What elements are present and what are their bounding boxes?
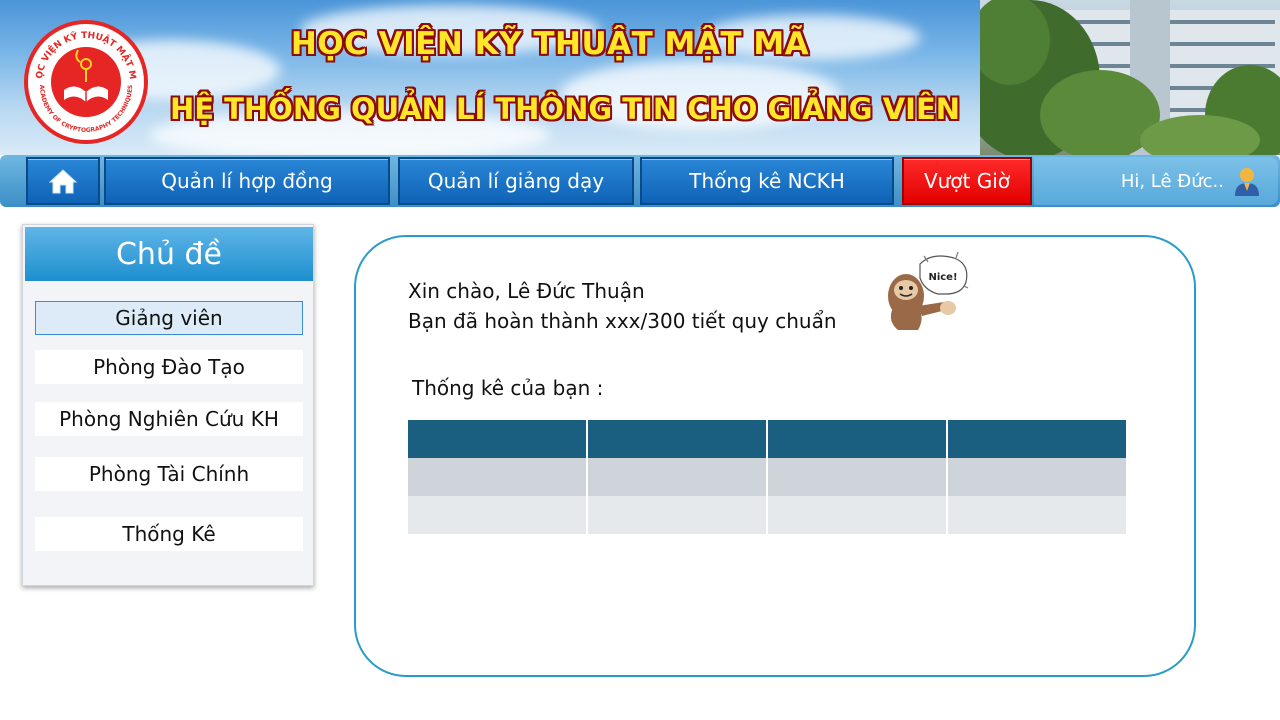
greeting-text: Xin chào, Lê Đức Thuận [408,279,645,303]
sidebar-item-training-office[interactable]: Phòng Đào Tạo [35,350,303,384]
table-cell [588,496,766,534]
nice-sticker-icon: Nice! [888,251,969,330]
sidebar-heading: Chủ đề [25,227,313,281]
table-header-row [408,420,1126,458]
sidebar-item-research-office[interactable]: Phòng Nghiên Cứu KH [35,402,303,436]
progress-text: Bạn đã hoàn thành xxx/300 tiết quy chuẩn [408,309,837,333]
table-header-cell [768,420,946,458]
table-row [408,496,1126,534]
academy-logo[interactable]: HỌC VIỆN KỸ THUẬT MẬT MÃ ACADEMY OF CRYP… [24,20,148,144]
home-button[interactable] [26,157,100,205]
logo-emblem: HỌC VIỆN KỸ THUẬT MẬT MÃ ACADEMY OF CRYP… [28,24,137,134]
campus-building-photo [980,0,1280,155]
sidebar-item-finance-office[interactable]: Phòng Tài Chính [35,457,303,491]
user-greeting: Hi, Lê Đức.. [1120,170,1224,192]
sidebar-item-statistics[interactable]: Thống Kê [35,517,303,551]
topic-sidebar: Chủ đề Giảng viên Phòng Đào Tạo Phòng Ng… [22,224,314,586]
main-nav: Quản lí hợp đồng Quản lí giảng dạy Thống… [0,155,1280,207]
stats-table [406,420,1128,534]
greeting-block: Xin chào, Lê Đức Thuận Bạn đã hoàn thành… [408,276,837,336]
table-cell [948,496,1126,534]
user-menu[interactable]: Hi, Lê Đức.. [1034,157,1278,205]
table-cell [408,496,586,534]
nav-research-statistics[interactable]: Thống kê NCKH [640,157,894,205]
table-header-cell [948,420,1126,458]
nav-contract-management[interactable]: Quản lí hợp đồng [104,157,390,205]
table-cell [768,458,946,496]
table-header-cell [588,420,766,458]
header-banner: HỌC VIỆN KỸ THUẬT MẬT MÃ HỆ THỐNG QUẢN L… [0,0,1280,155]
nav-overtime[interactable]: Vượt Giờ [902,157,1032,205]
table-cell [408,458,586,496]
site-title: HỌC VIỆN KỸ THUẬT MẬT MÃ [290,26,810,62]
table-cell [768,496,946,534]
table-cell [948,458,1126,496]
nav-teaching-management[interactable]: Quản lí giảng dạy [398,157,634,205]
sticker-label: Nice! [928,272,957,283]
sidebar-item-lecturer[interactable]: Giảng viên [35,301,303,335]
home-icon [48,169,78,194]
table-cell [588,458,766,496]
site-subtitle: HỆ THỐNG QUẢN LÍ THÔNG TIN CHO GIẢNG VIÊ… [169,92,961,126]
table-header-cell [408,420,586,458]
stats-label: Thống kê của bạn : [412,376,604,400]
table-row [408,458,1126,496]
user-icon [1235,168,1259,196]
